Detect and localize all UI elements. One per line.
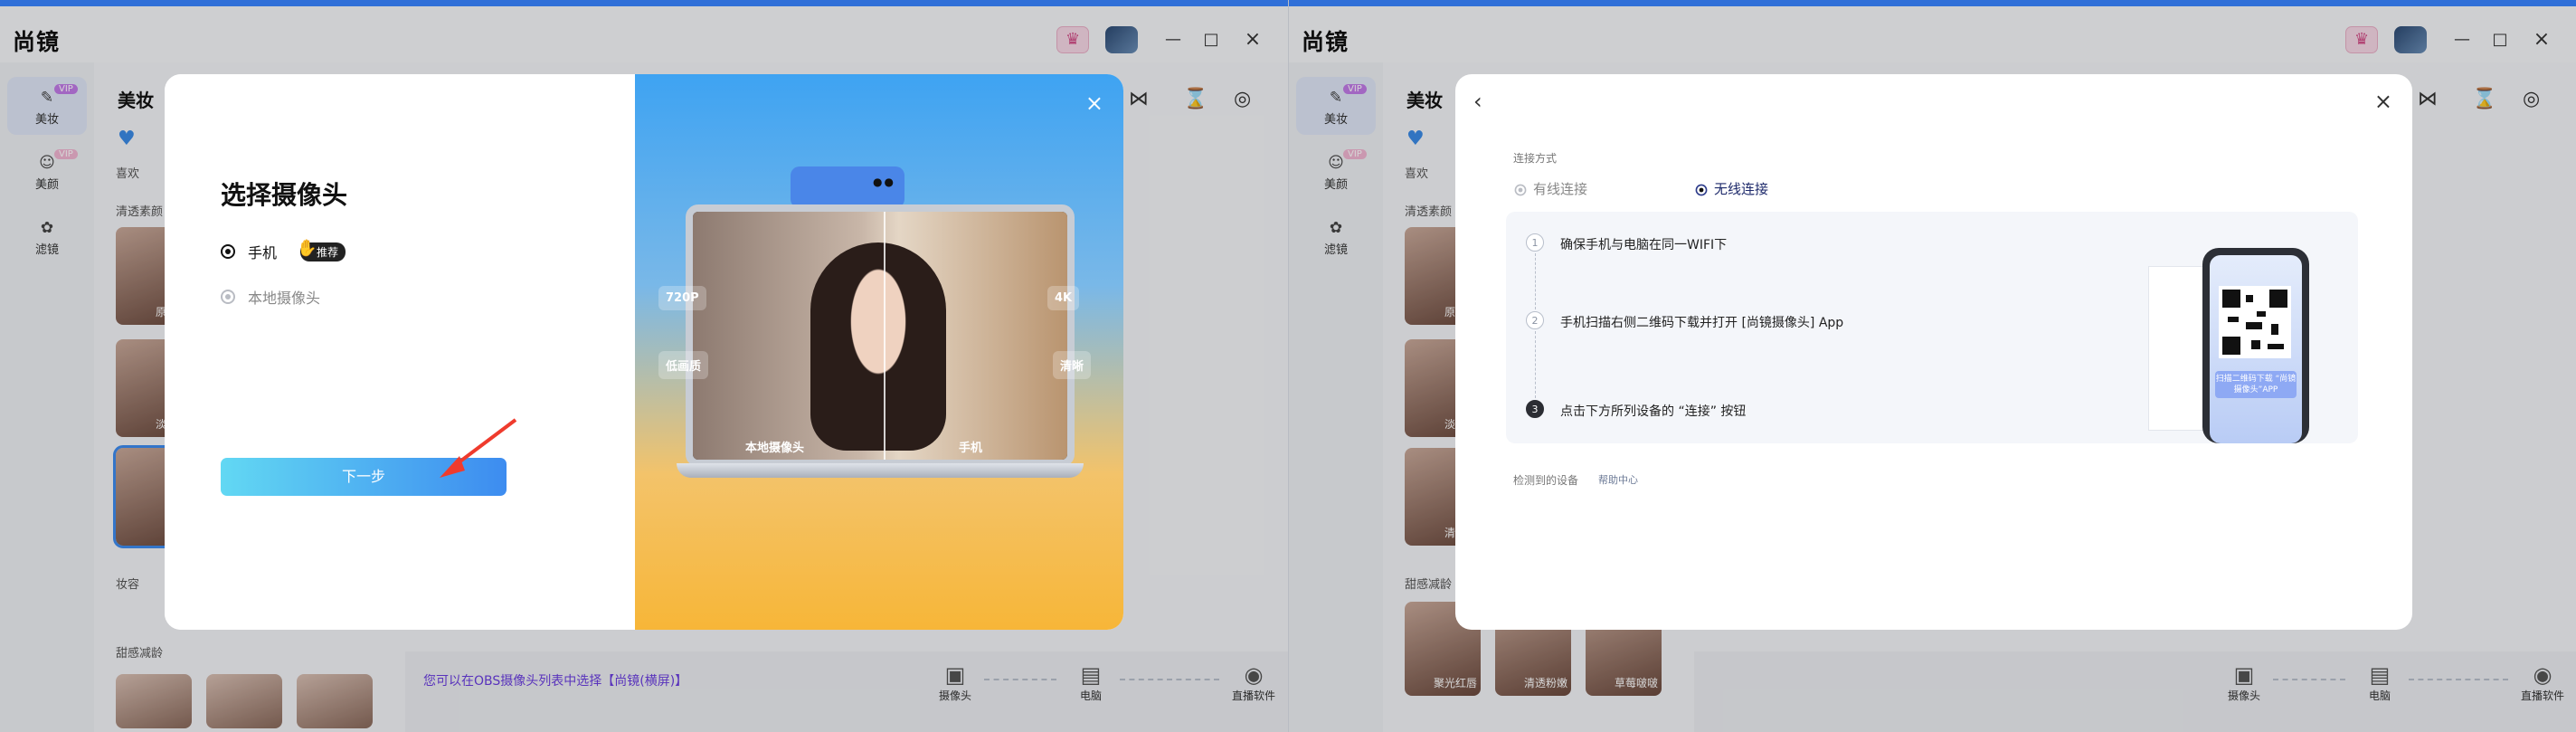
option-local-camera-label[interactable]: 本地摄像头 xyxy=(248,286,320,308)
dialog-close-icon[interactable]: × xyxy=(2374,89,2392,114)
dialog-left-pane: 选择摄像头 手机 推荐 本地摄像头 下一步 xyxy=(165,74,635,630)
step-connector xyxy=(1535,331,1536,398)
res-tag-right: 4K xyxy=(1047,286,1080,310)
step-text: 点击下方所列设备的 “连接” 按钮 xyxy=(1560,404,1747,419)
portrait-graphic xyxy=(810,242,946,451)
right-window: 尚镜 — □ × ✎ 美妆 VIP ☺ 美颜 VIP ✿ 滤镜 ≡ 美妆 ♥ 喜… xyxy=(1288,0,2576,732)
caption-left: 本地摄像头 xyxy=(745,442,805,455)
step-number-active: 3 xyxy=(1526,400,1544,418)
radio-phone[interactable] xyxy=(221,244,235,259)
left-window: 尚镜 — □ × ✎ 美妆 VIP ☺ 美颜 VIP ✿ 滤镜 ≡ 美妆 ♥ 喜… xyxy=(0,0,1288,732)
pointer-arrow-icon xyxy=(440,418,517,478)
compare-divider xyxy=(884,212,886,460)
dialog-title: 选择摄像头 xyxy=(221,180,348,210)
option-phone-label[interactable]: 手机 xyxy=(248,241,277,262)
radio-wired[interactable] xyxy=(1514,184,1527,196)
qr-code xyxy=(2219,286,2291,358)
caption-right: 手机 xyxy=(959,442,983,455)
connection-dialog: ‹ × 连接方式 有线连接 无线连接 1 确保手机与电脑在同一WIFI下 2 手… xyxy=(1455,74,2412,630)
radio-local-camera[interactable] xyxy=(221,290,235,304)
camera-preview-illustration: × 720P 4K 低画质 清晰 本地摄像头 手机 xyxy=(635,74,1123,630)
qr-phone-graphic: 扫描二维码下载 “尚镜摄像头”APP xyxy=(2148,248,2356,443)
select-camera-dialog: 选择摄像头 手机 推荐 本地摄像头 下一步 × 720 xyxy=(165,74,1123,630)
phone-graphic: 扫描二维码下载 “尚镜摄像头”APP xyxy=(2202,248,2309,443)
option-wired-label[interactable]: 有线连接 xyxy=(1533,179,1587,198)
step-number: 1 xyxy=(1526,233,1544,252)
radio-wireless[interactable] xyxy=(1695,184,1708,196)
steps-panel: 1 确保手机与电脑在同一WIFI下 2 手机扫描右侧二维码下载并打开 [尚镜摄像… xyxy=(1506,212,2358,443)
window-top-accent xyxy=(0,0,1288,6)
step-text: 手机扫描右侧二维码下载并打开 [尚镜摄像头] App xyxy=(1560,316,1844,330)
step-number: 2 xyxy=(1526,311,1544,329)
back-icon[interactable]: ‹ xyxy=(1473,89,1482,114)
detected-devices-label: 检测到的设备 xyxy=(1513,474,1579,487)
step-text: 确保手机与电脑在同一WIFI下 xyxy=(1560,238,1728,252)
section-label: 连接方式 xyxy=(1513,152,1558,165)
step-connector xyxy=(1535,253,1536,309)
phone-camera-graphic xyxy=(791,166,904,208)
dialog-close-icon[interactable]: × xyxy=(1085,90,1103,116)
window-top-accent xyxy=(1289,0,2576,6)
qr-caption: 扫描二维码下载 “尚镜摄像头”APP xyxy=(2215,371,2297,398)
help-center-link[interactable]: 帮助中心 xyxy=(1598,472,1638,487)
option-wireless-label[interactable]: 无线连接 xyxy=(1714,179,1768,198)
quality-tag-left: 低画质 xyxy=(658,351,709,379)
quality-tag-right: 清晰 xyxy=(1053,351,1092,379)
recommend-badge: 推荐 xyxy=(297,239,346,261)
res-tag-left: 720P xyxy=(658,286,706,310)
